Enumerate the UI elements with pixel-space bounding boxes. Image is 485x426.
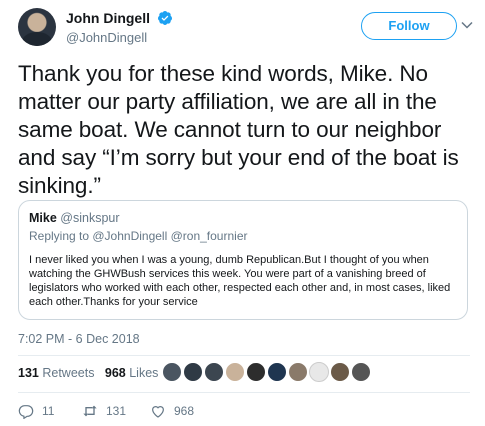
author-handle[interactable]: @JohnDingell [66,30,147,45]
likes-stat[interactable]: 968 Likes [105,366,159,380]
like-count: 968 [174,404,195,418]
quoted-author: Mike @sinkspur [29,211,120,225]
tweet-timestamp[interactable]: 7:02 PM - 6 Dec 2018 [18,332,140,346]
liker-avatar[interactable] [246,362,266,382]
retweets-stat[interactable]: 131 Retweets [18,366,94,380]
divider [18,355,470,356]
liker-avatar[interactable] [225,362,245,382]
retweet-icon [83,405,97,417]
retweet-action[interactable]: 131 [82,402,126,420]
replying-to-prefix: Replying to [29,229,93,243]
quoted-author-handle: @sinkspur [60,211,120,225]
reply-icon [18,405,34,419]
chevron-down-icon[interactable] [460,18,474,32]
engagement-stats: 131 Retweets 968 Likes [18,366,158,386]
likes-count: 968 [104,366,126,380]
author-avatar[interactable] [18,8,56,46]
quoted-tweet[interactable]: Mike @sinkspur Replying to @JohnDingell … [18,200,468,320]
liker-avatar[interactable] [183,362,203,382]
retweets-count: 131 [18,366,39,380]
author-name[interactable]: John Dingell [66,10,150,26]
retweet-count: 131 [106,404,127,418]
divider [18,392,470,393]
tweet-header: John Dingell @JohnDingell Follow [18,8,473,52]
liker-avatar[interactable] [162,362,182,382]
follow-button[interactable]: Follow [361,12,457,40]
reply-action[interactable]: 11 [18,402,54,420]
verified-badge-icon [158,11,173,25]
reply-count: 11 [42,404,55,418]
quoted-tweet-text: I never liked you when I was a young, du… [29,254,451,308]
author-name-row[interactable]: John Dingell [66,10,173,28]
liker-avatar[interactable] [309,362,329,382]
like-icon [152,406,164,418]
quoted-author-name: Mike [29,211,57,225]
liker-avatar[interactable] [204,362,224,382]
retweets-label: Retweets [42,366,95,380]
tweet-text: Thank you for these kind words, Mike. No… [18,61,459,198]
like-action[interactable]: 968 [150,402,194,420]
liker-avatar[interactable] [288,362,308,382]
replying-to-handles: @JohnDingell @ron_fournier [92,229,248,243]
likes-label: Likes [129,366,159,380]
liker-avatar[interactable] [351,362,371,382]
liker-avatar[interactable] [330,362,350,382]
liker-avatar[interactable] [267,362,287,382]
replying-to-line: Replying to @JohnDingell @ron_fournier [29,229,247,243]
